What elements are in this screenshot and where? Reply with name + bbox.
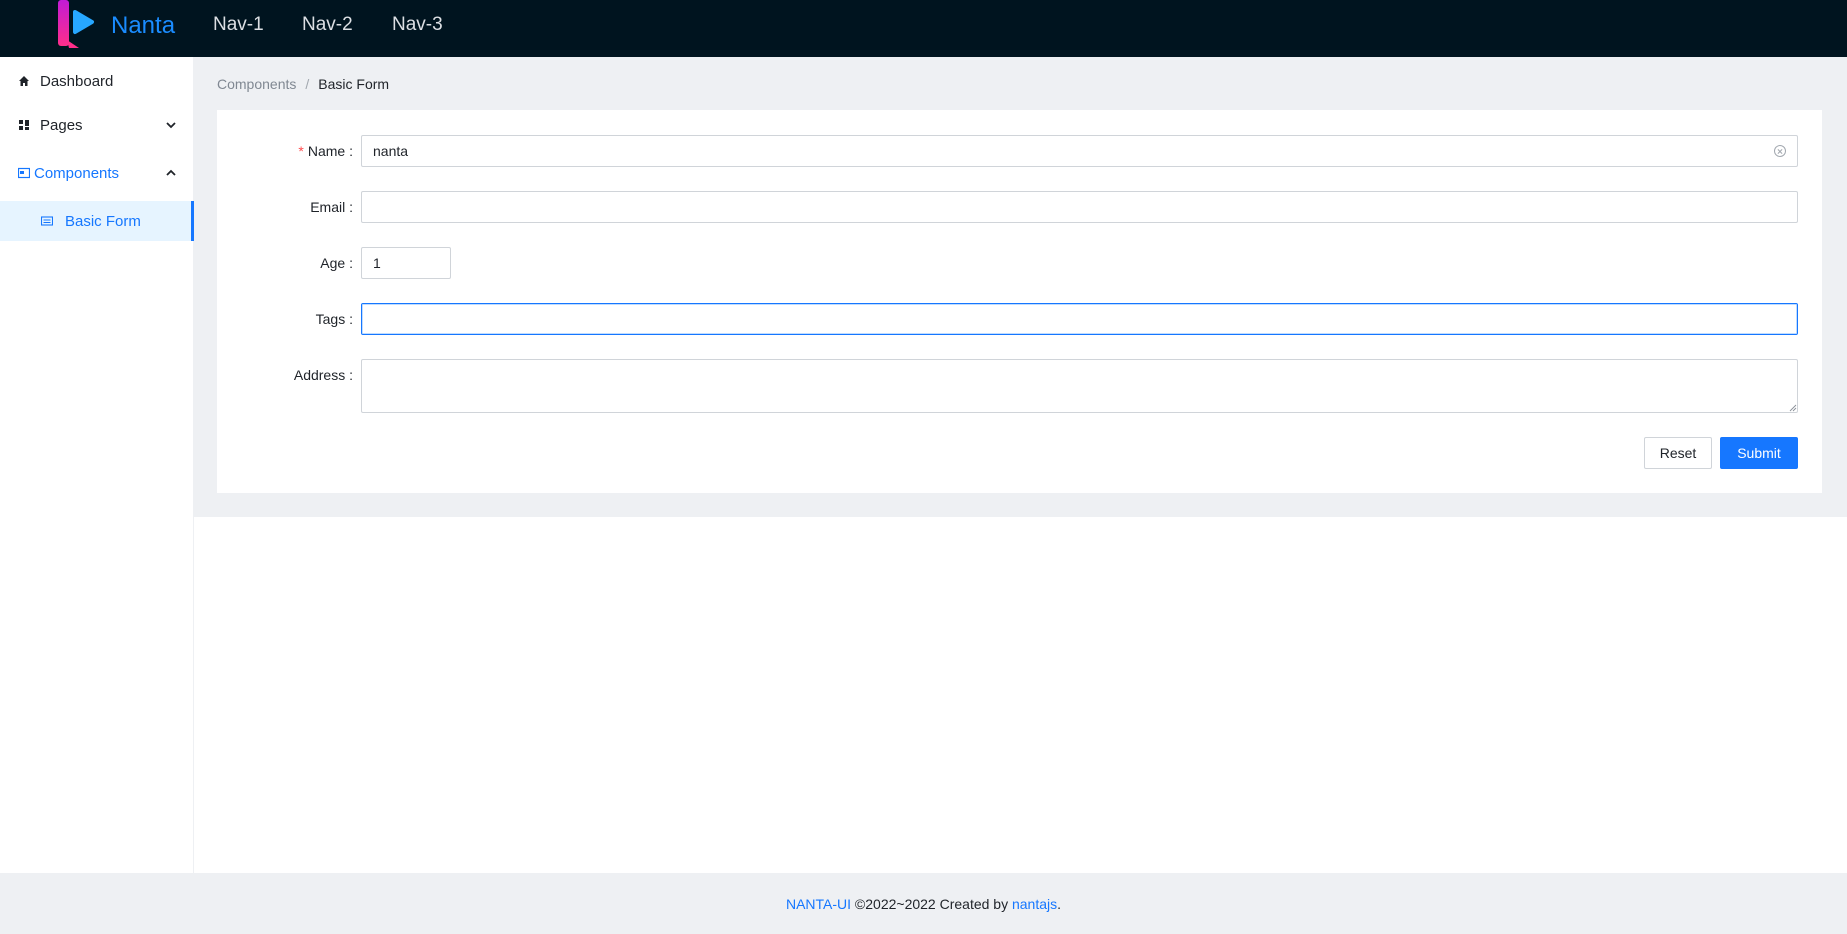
breadcrumb-separator: /	[305, 76, 310, 92]
age-input[interactable]: 1	[361, 247, 451, 279]
age-input-value: 1	[373, 255, 381, 271]
name-input-value: nanta	[373, 143, 409, 159]
resize-handle-icon[interactable]	[1789, 404, 1797, 412]
sidebar-item-basic-form[interactable]: Basic Form	[0, 201, 194, 241]
name-input[interactable]: nanta	[361, 135, 1798, 167]
footer-author-link[interactable]: nantajs	[1012, 896, 1057, 912]
sidebar-item-dashboard[interactable]: Dashboard	[0, 61, 194, 101]
tags-input[interactable]	[361, 303, 1798, 335]
name-label-text: Name	[307, 143, 346, 159]
sidebar-item-pages[interactable]: Pages	[0, 105, 194, 145]
home-icon	[18, 75, 30, 87]
sidebar: Dashboard Pages Components Basic Form	[0, 57, 194, 873]
age-label-text: Age	[320, 255, 346, 271]
address-textarea[interactable]	[361, 359, 1798, 413]
footer-end: .	[1057, 895, 1062, 912]
name-label: * Name :	[298, 143, 353, 159]
chevron-up-icon	[166, 169, 176, 176]
breadcrumb-parent[interactable]: Components	[217, 76, 296, 92]
footer-text: ©2022~2022 Created by	[851, 895, 1012, 912]
address-label-text: Address	[293, 367, 346, 383]
nav-item-2[interactable]: Nav-2	[302, 0, 353, 50]
nav-item-3[interactable]: Nav-3	[392, 0, 443, 50]
sidebar-item-label: Components	[34, 164, 120, 182]
clear-icon[interactable]	[1774, 145, 1786, 157]
email-label-text: Email	[310, 199, 346, 215]
tags-label-text: Tags	[315, 311, 346, 327]
tags-label: Tags :	[315, 311, 353, 327]
nav-item-1[interactable]: Nav-1	[213, 0, 264, 50]
layout-icon	[18, 167, 30, 179]
sidebar-item-label: Basic Form	[65, 212, 141, 230]
brand-name: Nanta	[111, 12, 176, 39]
top-header: Nanta Nav-1 Nav-2 Nav-3	[0, 0, 1847, 57]
sidebar-item-components[interactable]: Components	[0, 153, 194, 193]
brand-logo[interactable]: Nanta	[55, 0, 175, 50]
address-label: Address :	[293, 367, 353, 383]
submit-button[interactable]: Submit	[1720, 437, 1798, 469]
nanta-logo-icon	[58, 0, 94, 48]
form-icon	[41, 215, 53, 227]
sidebar-item-label: Pages	[40, 116, 83, 134]
breadcrumb: Components / Basic Form	[217, 76, 389, 92]
footer-brand-link[interactable]: NANTA-UI	[786, 896, 851, 912]
chevron-down-icon	[166, 122, 176, 129]
footer: NANTA-UI ©2022~2022 Created by nantajs .	[0, 873, 1847, 934]
reset-button[interactable]: Reset	[1644, 437, 1712, 469]
sidebar-item-label: Dashboard	[40, 72, 114, 90]
email-input[interactable]	[361, 191, 1798, 223]
grid-icon	[18, 119, 30, 131]
form-card	[217, 110, 1822, 493]
required-marker: *	[298, 143, 304, 159]
email-label: Email :	[310, 199, 353, 215]
breadcrumb-current: Basic Form	[318, 76, 390, 92]
age-label: Age :	[320, 255, 353, 271]
